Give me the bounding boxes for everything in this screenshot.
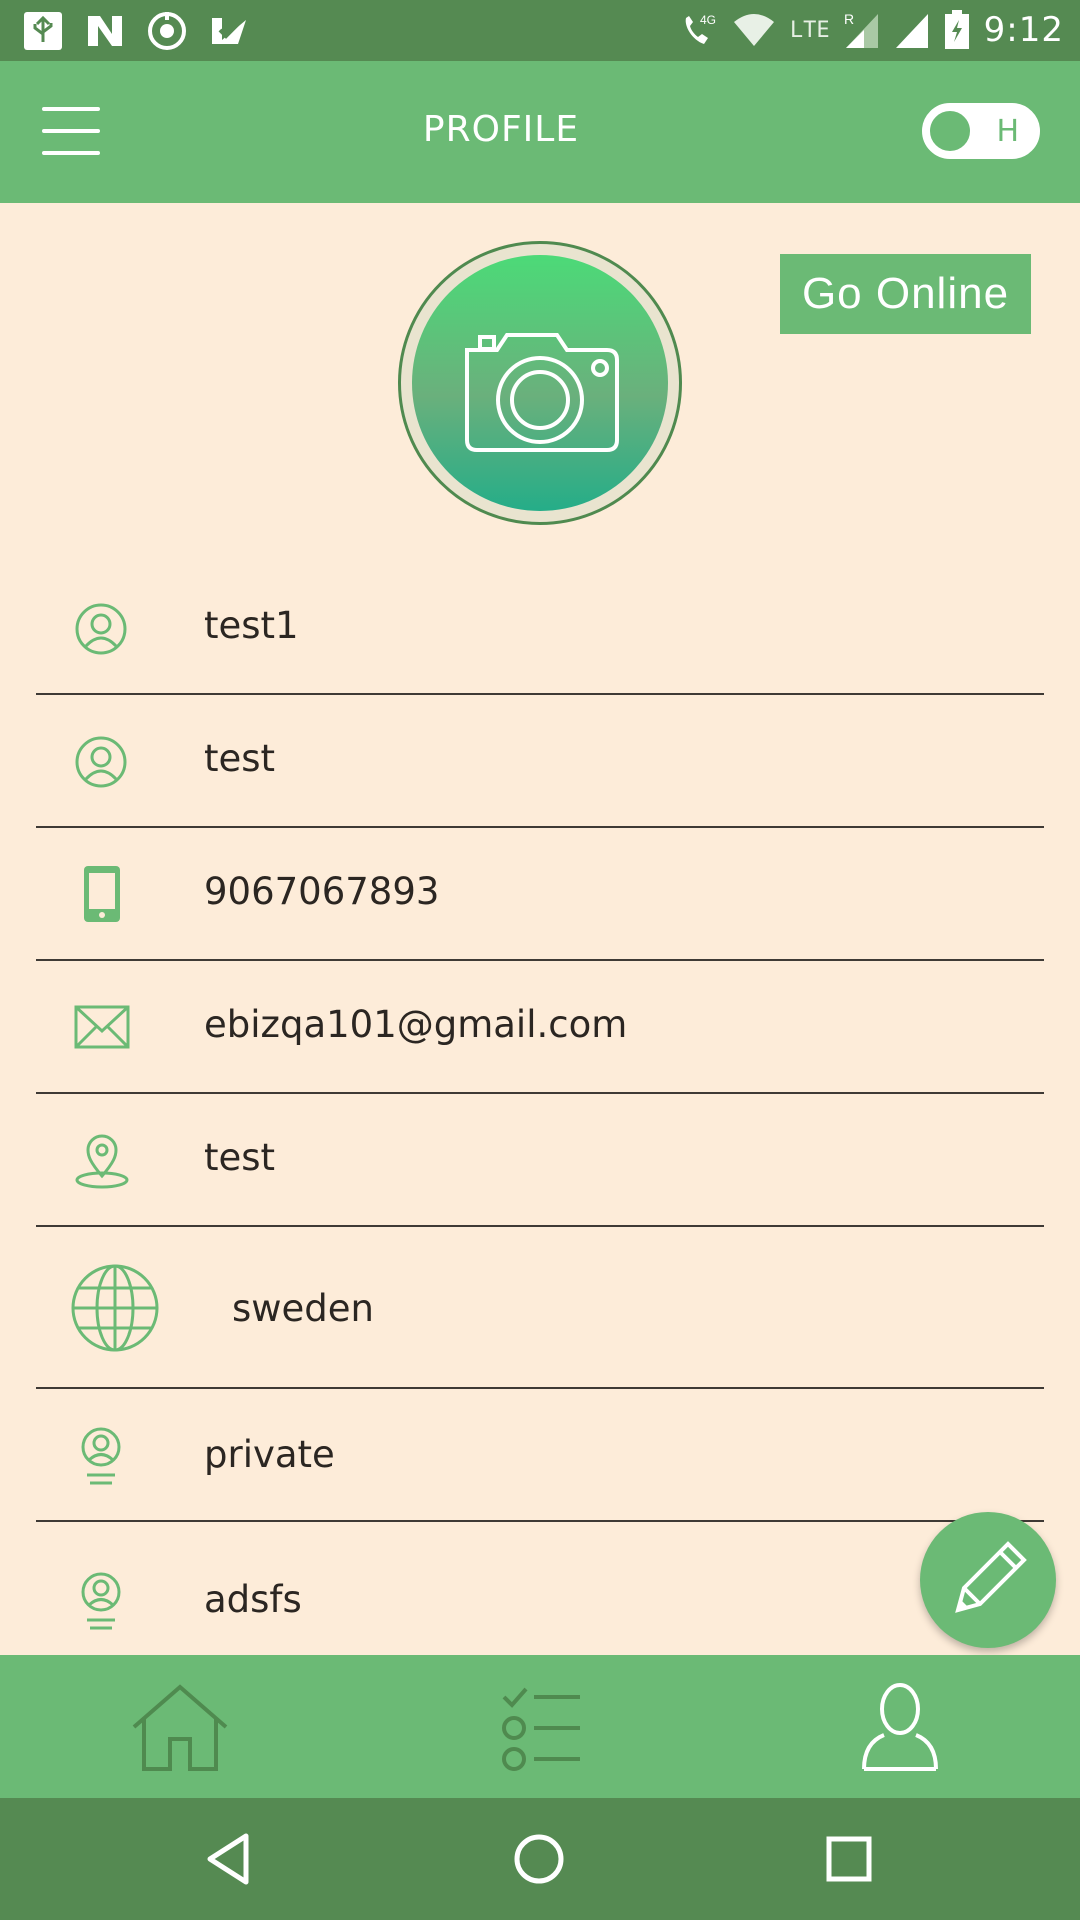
battery-icon bbox=[944, 10, 969, 49]
profile-photo-button[interactable] bbox=[398, 241, 682, 525]
user-lines-icon bbox=[81, 1572, 121, 1630]
app-bar: PROFILE H bbox=[0, 61, 1080, 203]
field-first-name[interactable]: test1 bbox=[36, 560, 1044, 695]
nav-profile-button[interactable] bbox=[720, 1655, 1080, 1798]
field-value: sweden bbox=[232, 1287, 375, 1330]
network-type: LTE bbox=[789, 17, 830, 43]
home-circle-icon[interactable] bbox=[506, 1826, 572, 1892]
toggle-knob bbox=[927, 108, 973, 154]
phone-icon bbox=[84, 866, 120, 922]
field-phone[interactable]: 9067067893 bbox=[36, 828, 1044, 961]
field-value: test bbox=[204, 1136, 276, 1179]
globe-icon bbox=[71, 1264, 159, 1352]
camera-icon bbox=[465, 333, 619, 452]
nav-home-button[interactable] bbox=[0, 1655, 360, 1798]
menu-icon-line bbox=[42, 151, 100, 155]
edit-profile-button[interactable] bbox=[920, 1512, 1056, 1648]
check-app-icon bbox=[212, 18, 246, 44]
field-value: adsfs bbox=[204, 1578, 302, 1621]
recents-icon[interactable] bbox=[816, 1826, 882, 1892]
user-circle-icon bbox=[75, 736, 127, 788]
notification-icons bbox=[22, 10, 250, 52]
user-lines-icon bbox=[81, 1427, 121, 1485]
field-email[interactable]: ebizqa101@gmail.com bbox=[36, 961, 1044, 1094]
toggle-label: H bbox=[996, 114, 1019, 149]
svg-text:R: R bbox=[844, 11, 854, 27]
wifi-call-icon: 4G bbox=[685, 13, 716, 44]
person-icon bbox=[862, 1683, 938, 1771]
target-icon bbox=[148, 12, 186, 50]
field-privacy[interactable]: private bbox=[36, 1389, 1044, 1522]
location-pin-icon bbox=[75, 1134, 129, 1189]
checklist-icon bbox=[502, 1687, 580, 1771]
status-bar: 4G LTE R 9:12 bbox=[0, 0, 1080, 61]
page-title: PROFILE bbox=[422, 109, 580, 150]
back-icon[interactable] bbox=[196, 1826, 262, 1892]
mode-toggle[interactable]: H bbox=[922, 103, 1040, 159]
bottom-nav bbox=[0, 1655, 1080, 1798]
field-last-name[interactable]: test bbox=[36, 695, 1044, 828]
mail-icon bbox=[74, 1005, 130, 1049]
home-icon bbox=[132, 1684, 228, 1771]
pencil-icon bbox=[955, 1541, 1027, 1613]
clock: 9:12 bbox=[983, 10, 1064, 50]
field-value: 9067067893 bbox=[204, 870, 440, 913]
avatar bbox=[412, 255, 668, 511]
system-nav-bar bbox=[0, 1798, 1080, 1920]
field-extra[interactable]: adsfs bbox=[36, 1522, 1044, 1653]
svg-text:4G: 4G bbox=[700, 13, 716, 27]
field-country[interactable]: sweden bbox=[36, 1227, 1044, 1389]
nav-tasks-button[interactable] bbox=[360, 1655, 720, 1798]
user-circle-icon bbox=[75, 603, 127, 655]
field-value: test1 bbox=[204, 604, 299, 647]
field-value: test bbox=[204, 737, 276, 780]
n-app-icon bbox=[88, 16, 122, 46]
go-online-button[interactable]: Go Online bbox=[780, 254, 1031, 334]
signal-icon bbox=[895, 14, 928, 48]
usb-icon bbox=[24, 12, 62, 50]
signal-r-icon: R bbox=[844, 11, 878, 48]
field-value: private bbox=[204, 1433, 335, 1476]
field-address[interactable]: test bbox=[36, 1094, 1044, 1227]
field-value: ebizqa101@gmail.com bbox=[204, 1003, 628, 1046]
status-right: 4G LTE R 9:12 bbox=[678, 8, 1064, 52]
wifi-icon bbox=[733, 14, 774, 46]
